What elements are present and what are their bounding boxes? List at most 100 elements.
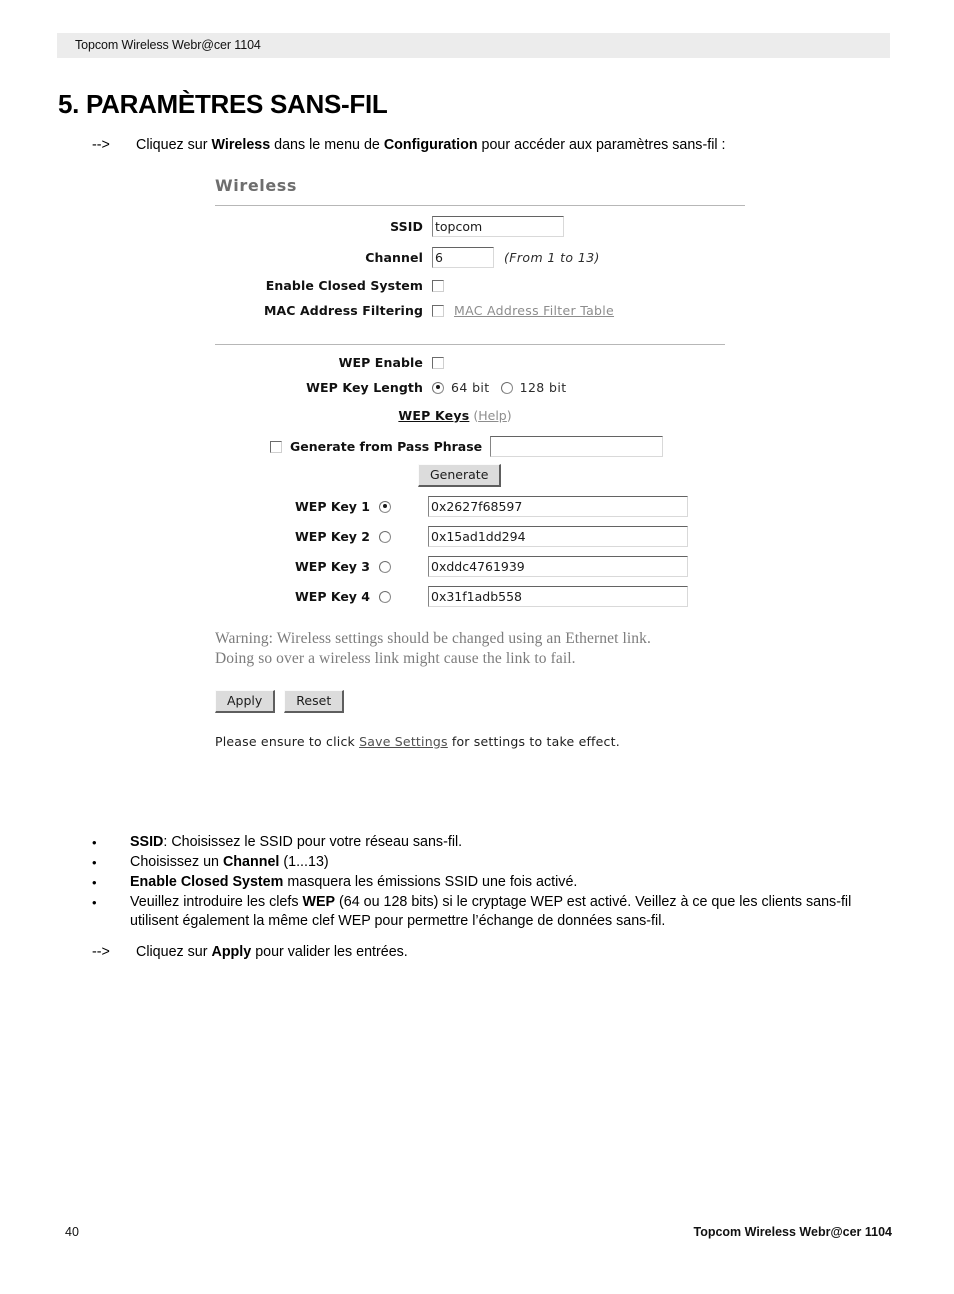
bullet-3-seg-1: WEP	[302, 894, 336, 910]
apply-text-part1: Cliquez sur	[136, 944, 212, 960]
save-note-after: for settings to take effect.	[447, 733, 620, 749]
apply-bold-apply: Apply	[211, 944, 252, 960]
wep-keys-heading: WEP Keys (Help)	[215, 408, 755, 423]
bullet-marker: •	[92, 835, 97, 850]
field-row-wep-key-4: WEP Key 4	[215, 586, 755, 607]
field-row-mac-filtering: MAC Address Filtering MAC Address Filter…	[215, 303, 755, 318]
panel-title-wireless: Wireless	[215, 176, 298, 195]
list-item: • SSID: Choisissez le SSID pour votre ré…	[92, 833, 892, 852]
apply-text-part2: pour valider les entrées.	[251, 944, 408, 960]
wep-key-1-radio[interactable]	[379, 500, 391, 513]
wep-key-3-radio[interactable]	[379, 560, 391, 573]
wep-enable-label: WEP Enable	[338, 355, 423, 370]
wep-key-length-option-64-label: 64 bit	[451, 380, 490, 395]
help-paren-close: )	[506, 408, 512, 423]
wep-key-length-label: WEP Key Length	[306, 380, 423, 395]
list-item: • Veuillez introduire les clefs WEP (64 …	[92, 893, 892, 931]
wep-key-4-radio[interactable]	[379, 590, 391, 603]
bullet-2-seg-1: masquera les émissions SSID une fois act…	[283, 874, 578, 890]
field-row-wep-key-1: WEP Key 1	[215, 496, 755, 517]
arrow-marker: -->	[92, 137, 110, 153]
intro-text-part2: dans le menu de	[270, 137, 384, 153]
warning-line-1: Warning: Wireless settings should be cha…	[215, 630, 651, 647]
ssid-input[interactable]	[432, 216, 564, 237]
apply-instruction: --> Cliquez sur Apply pour valider les en…	[92, 944, 408, 960]
pass-phrase-checkbox[interactable]	[270, 440, 282, 453]
channel-label: Channel	[365, 250, 423, 265]
wep-key-3-input[interactable]	[428, 556, 688, 577]
channel-range-hint: (From 1 to 13)	[504, 250, 600, 265]
channel-input[interactable]	[432, 247, 494, 268]
list-item: • Choisissez un Channel (1...13)	[92, 853, 892, 872]
list-item-text: Choisissez un Channel (1...13)	[130, 853, 892, 872]
save-note-before: Please ensure to click	[215, 733, 360, 749]
divider-top	[215, 205, 745, 206]
wep-key-4-label: WEP Key 4	[295, 589, 370, 604]
wep-key-length-radio-64[interactable]	[432, 381, 444, 394]
wep-key-length-option-128-label: 128 bit	[519, 380, 567, 395]
bullet-2-seg-0: Enable Closed System	[130, 874, 284, 890]
intro-bold-configuration: Configuration	[383, 137, 478, 153]
list-item: • Enable Closed System masquera les émis…	[92, 873, 892, 892]
mac-filtering-checkbox[interactable]	[432, 304, 444, 317]
bullet-3-seg-0: Veuillez introduire les clefs	[130, 894, 303, 910]
warning-line-2: Doing so over a wireless link might caus…	[215, 650, 576, 668]
wep-enable-checkbox[interactable]	[432, 356, 444, 369]
field-row-ssid: SSID	[215, 216, 755, 237]
router-config-screenshot: Wireless SSID Channel (From 1 to 13) Ena…	[215, 176, 755, 749]
mac-filtering-label: MAC Address Filtering	[263, 303, 423, 318]
field-row-wep-key-3: WEP Key 3	[215, 556, 755, 577]
list-item-text: Veuillez introduire les clefs WEP (64 ou…	[130, 893, 892, 931]
intro-text-part1: Cliquez sur	[136, 137, 212, 153]
mac-address-filter-table-link[interactable]: MAC Address Filter Table	[454, 303, 614, 318]
intro-instruction: --> Cliquez sur Wireless dans le menu de …	[92, 137, 726, 153]
bullet-1-seg-2: (1...13)	[279, 854, 329, 870]
pass-phrase-label: Generate from Pass Phrase	[290, 439, 483, 454]
description-bullet-list: • SSID: Choisissez le SSID pour votre ré…	[92, 833, 892, 932]
wep-key-4-input[interactable]	[428, 586, 688, 607]
field-row-wep-key-length: WEP Key Length 64 bit 128 bit	[215, 380, 755, 395]
divider-mid	[215, 344, 725, 345]
help-link[interactable]: Help	[478, 408, 507, 423]
footer-product-name: Topcom Wireless Webr@cer 1104	[693, 1225, 892, 1239]
bullet-1-seg-1: Channel	[222, 854, 280, 870]
wep-key-2-radio[interactable]	[379, 530, 391, 543]
field-row-wep-enable: WEP Enable	[215, 355, 755, 370]
list-item-text: Enable Closed System masquera les émissi…	[130, 873, 892, 892]
closed-system-label: Enable Closed System	[265, 278, 423, 293]
field-row-pass-phrase: Generate from Pass Phrase	[215, 436, 755, 457]
closed-system-checkbox[interactable]	[432, 279, 444, 292]
wep-key-2-label: WEP Key 2	[295, 529, 370, 544]
field-row-closed-system: Enable Closed System	[215, 278, 755, 293]
wep-key-1-input[interactable]	[428, 496, 688, 517]
apply-button[interactable]: Apply	[215, 689, 276, 713]
intro-bold-wireless: Wireless	[211, 137, 271, 153]
wep-key-3-label: WEP Key 3	[295, 559, 370, 574]
generate-button[interactable]: Generate	[418, 464, 502, 487]
reset-button[interactable]: Reset	[284, 689, 345, 713]
wep-keys-title: WEP Keys	[398, 408, 470, 423]
arrow-marker: -->	[92, 944, 110, 960]
generate-button-wrap: Generate	[215, 464, 755, 487]
list-item-text: SSID: Choisissez le SSID pour votre rése…	[130, 833, 892, 852]
warning-text: Warning: Wireless settings should be cha…	[215, 629, 755, 670]
bullet-0-seg-1: : Choisissez le SSID pour votre réseau s…	[163, 834, 463, 850]
page-title: 5. PARAMÈTRES SANS-FIL	[58, 89, 388, 120]
bullet-marker: •	[92, 855, 97, 870]
bullet-0-seg-0: SSID	[130, 834, 164, 850]
field-row-channel: Channel (From 1 to 13)	[215, 247, 755, 268]
help-wrapper: (Help)	[469, 408, 511, 423]
bullet-marker: •	[92, 895, 97, 910]
bullet-marker: •	[92, 875, 97, 890]
intro-text-part3: pour accéder aux paramètres sans-fil :	[477, 137, 726, 153]
pass-phrase-input[interactable]	[490, 436, 664, 457]
save-settings-note: Please ensure to click Save Settings for…	[215, 734, 755, 749]
wep-key-1-label: WEP Key 1	[295, 499, 370, 514]
wep-key-length-radio-128[interactable]	[500, 381, 513, 394]
field-row-wep-key-2: WEP Key 2	[215, 526, 755, 547]
running-header-band: Topcom Wireless Webr@cer 1104	[57, 33, 890, 58]
running-header-text: Topcom Wireless Webr@cer 1104	[75, 38, 261, 52]
wep-key-2-input[interactable]	[428, 526, 688, 547]
save-settings-link[interactable]: Save Settings	[359, 734, 448, 749]
bullet-1-seg-0: Choisissez un	[130, 854, 223, 870]
